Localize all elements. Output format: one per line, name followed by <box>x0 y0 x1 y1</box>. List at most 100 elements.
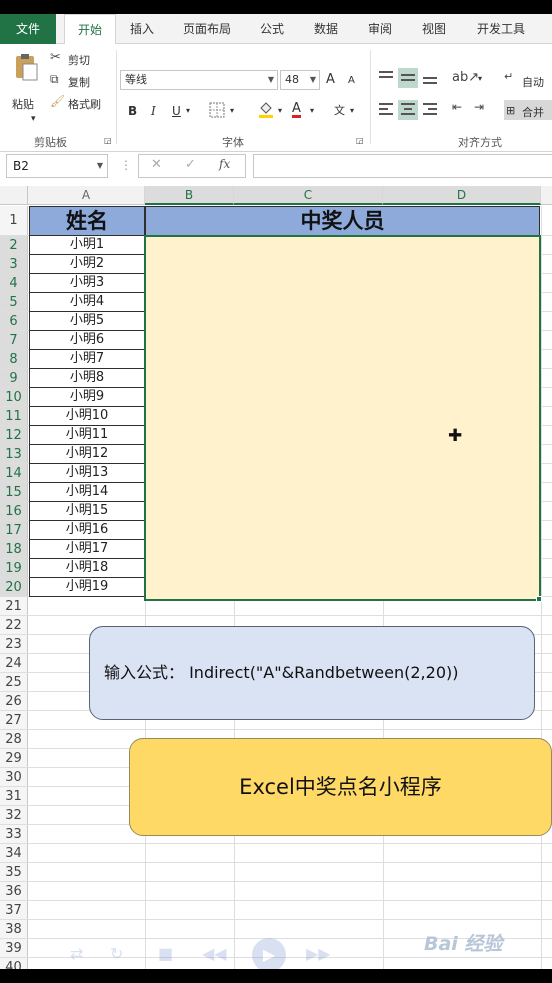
name-cell[interactable]: 小明10 <box>29 407 145 426</box>
row-header[interactable]: 37 <box>0 901 28 920</box>
tab-developer[interactable]: 开发工具 <box>466 14 536 44</box>
name-cell[interactable]: 小明7 <box>29 350 145 369</box>
row-header[interactable]: 13 <box>0 445 28 464</box>
row-header[interactable]: 24 <box>0 654 28 673</box>
align-left-icon[interactable] <box>376 100 396 120</box>
name-cell[interactable]: 小明8 <box>29 369 145 388</box>
paste-dropdown-icon[interactable]: ▾ <box>31 114 36 124</box>
row-header[interactable]: 28 <box>0 730 28 749</box>
font-name-select[interactable]: 等线 ▼ <box>120 70 278 90</box>
next-icon[interactable]: ▶▶ <box>306 944 331 963</box>
row-header[interactable]: 30 <box>0 768 28 787</box>
name-cell[interactable]: 小明15 <box>29 502 145 521</box>
name-cell[interactable]: 小明6 <box>29 331 145 350</box>
row-header[interactable]: 27 <box>0 711 28 730</box>
column-header-e[interactable] <box>541 186 552 205</box>
fill-color-icon[interactable] <box>256 100 276 120</box>
shrink-font-button[interactable]: A <box>348 75 355 86</box>
row-header[interactable]: 5 <box>0 293 28 312</box>
fill-handle[interactable] <box>536 596 542 602</box>
row-header[interactable]: 9 <box>0 369 28 388</box>
row-header[interactable]: 3 <box>0 255 28 274</box>
bold-button[interactable]: B <box>128 104 137 118</box>
align-middle-icon[interactable] <box>398 68 418 88</box>
tab-review[interactable]: 审阅 <box>358 14 402 44</box>
row-header[interactable]: 7 <box>0 331 28 350</box>
header-cell-winner[interactable]: 中奖人员 <box>145 206 540 236</box>
row-header[interactable]: 4 <box>0 274 28 293</box>
row-header[interactable]: 15 <box>0 483 28 502</box>
name-cell[interactable]: 小明18 <box>29 559 145 578</box>
align-right-icon[interactable] <box>420 100 440 120</box>
format-painter-icon[interactable]: 🖌 <box>50 94 65 108</box>
column-header-b[interactable]: B <box>145 186 234 205</box>
increase-indent-icon[interactable]: ⇥ <box>474 100 484 114</box>
chevron-down-icon[interactable]: ▾ <box>478 74 482 83</box>
cancel-icon[interactable]: ✕ <box>151 157 162 172</box>
row-header[interactable]: 20 <box>0 578 28 597</box>
row-header[interactable]: 18 <box>0 540 28 559</box>
shuffle-icon[interactable]: ⇄ <box>70 944 83 963</box>
row-header[interactable]: 19 <box>0 559 28 578</box>
underline-button[interactable]: U <box>172 104 181 118</box>
select-all-corner[interactable] <box>0 186 28 205</box>
font-size-select[interactable]: 48 ▼ <box>280 70 320 90</box>
row-header[interactable]: 23 <box>0 635 28 654</box>
row-header[interactable]: 1 <box>0 206 28 236</box>
row-header[interactable]: 38 <box>0 920 28 939</box>
chevron-down-icon[interactable]: ▾ <box>310 106 314 115</box>
row-header[interactable]: 35 <box>0 863 28 882</box>
row-header[interactable]: 11 <box>0 407 28 426</box>
tab-file[interactable]: 文件 <box>0 14 56 44</box>
name-cell[interactable]: 小明4 <box>29 293 145 312</box>
wrap-text-button[interactable]: 自动 <box>522 74 544 90</box>
tab-home[interactable]: 开始 <box>64 14 116 45</box>
italic-button[interactable]: I <box>151 104 156 118</box>
tab-data[interactable]: 数据 <box>304 14 348 44</box>
name-cell[interactable]: 小明5 <box>29 312 145 331</box>
name-cell[interactable]: 小明19 <box>29 578 145 597</box>
name-cell[interactable]: 小明1 <box>29 236 145 255</box>
paste-icon[interactable] <box>10 52 42 84</box>
chevron-down-icon[interactable]: ▾ <box>350 106 354 115</box>
font-color-button[interactable]: A <box>292 102 301 118</box>
row-header[interactable]: 33 <box>0 825 28 844</box>
row-header[interactable]: 25 <box>0 673 28 692</box>
row-header[interactable]: 8 <box>0 350 28 369</box>
refresh-icon[interactable]: ↻ <box>110 944 123 963</box>
copy-icon[interactable]: ⧉ <box>50 72 59 87</box>
row-header[interactable]: 26 <box>0 692 28 711</box>
row-header[interactable]: 31 <box>0 787 28 806</box>
name-cell[interactable]: 小明17 <box>29 540 145 559</box>
font-launcher-icon[interactable]: ◲ <box>356 136 364 145</box>
copy-button[interactable]: 复制 <box>68 74 90 90</box>
decrease-indent-icon[interactable]: ⇤ <box>452 100 462 114</box>
align-bottom-icon[interactable] <box>420 68 440 88</box>
name-cell[interactable]: 小明12 <box>29 445 145 464</box>
name-cell[interactable]: 小明13 <box>29 464 145 483</box>
previous-icon[interactable]: ◀◀ <box>202 944 227 963</box>
align-top-icon[interactable] <box>376 68 396 88</box>
format-painter-button[interactable]: 格式刷 <box>68 96 101 112</box>
row-header[interactable]: 34 <box>0 844 28 863</box>
formula-input[interactable] <box>253 154 552 178</box>
row-header[interactable]: 22 <box>0 616 28 635</box>
column-header-c[interactable]: C <box>234 186 383 205</box>
row-header[interactable]: 2 <box>0 236 28 255</box>
name-cell[interactable]: 小明16 <box>29 521 145 540</box>
paste-button[interactable]: 粘贴 <box>12 96 34 112</box>
tab-insert[interactable]: 插入 <box>120 14 164 44</box>
grow-font-button[interactable]: A <box>326 72 335 87</box>
clipboard-launcher-icon[interactable]: ◲ <box>104 136 112 145</box>
row-header[interactable]: 17 <box>0 521 28 540</box>
name-cell[interactable]: 小明2 <box>29 255 145 274</box>
name-cell[interactable]: 小明11 <box>29 426 145 445</box>
chevron-down-icon[interactable]: ▾ <box>278 106 282 115</box>
row-header[interactable]: 29 <box>0 749 28 768</box>
scissors-icon[interactable]: ✂ <box>50 50 61 65</box>
tab-formulas[interactable]: 公式 <box>250 14 294 44</box>
tab-view[interactable]: 视图 <box>412 14 456 44</box>
name-box[interactable]: B2 ▼ <box>6 154 108 178</box>
orientation-icon[interactable]: ab↗ <box>452 70 479 85</box>
name-cell[interactable]: 小明14 <box>29 483 145 502</box>
